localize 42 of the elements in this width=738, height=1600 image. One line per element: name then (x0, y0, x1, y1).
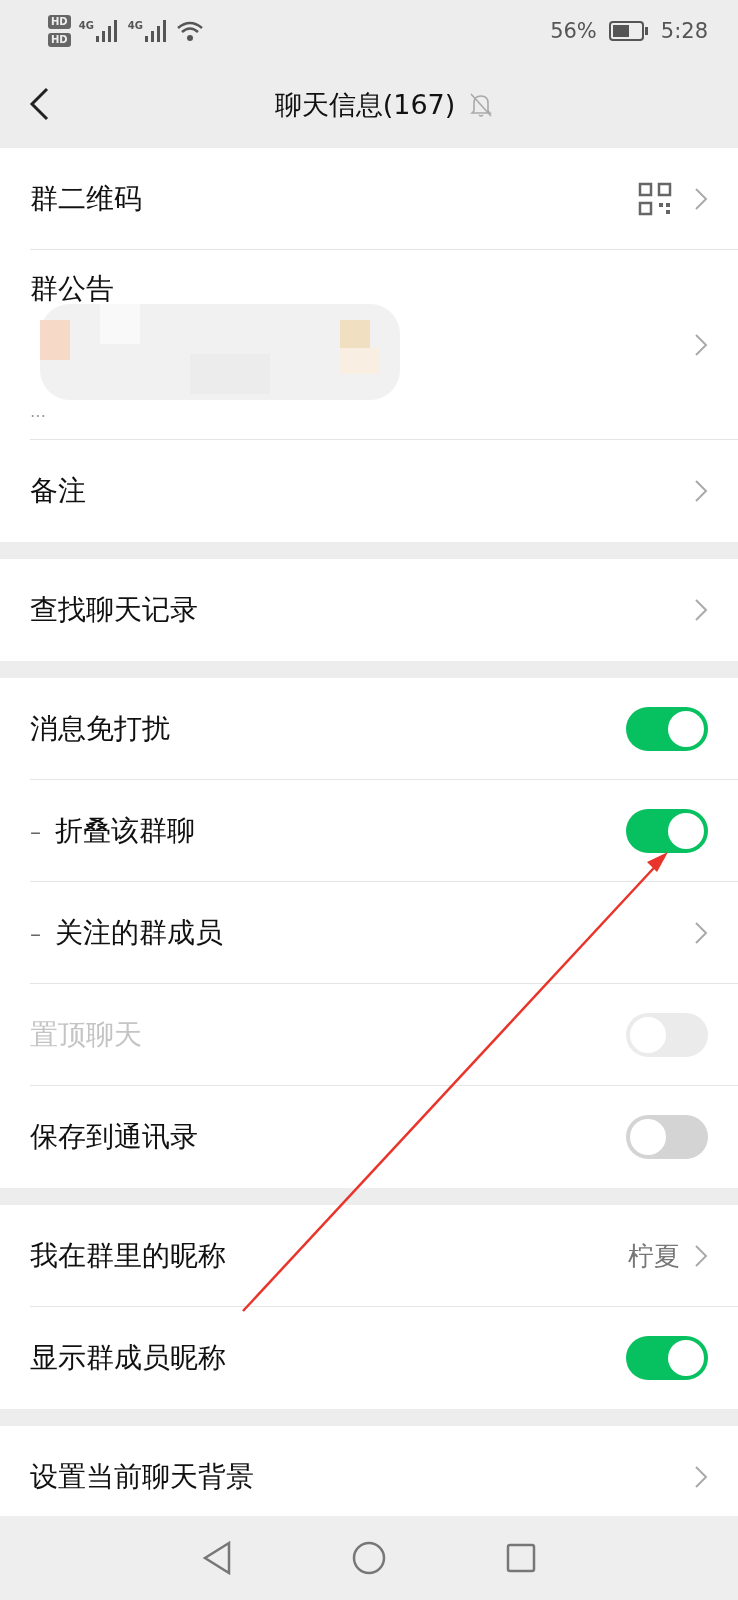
chevron-right-icon[interactable] (694, 1244, 708, 1268)
row-label: 我在群里的昵称 (30, 1238, 226, 1274)
row-label: 群公告 (30, 270, 115, 307)
battery-icon (608, 21, 649, 41)
indent-dash: – (30, 920, 41, 946)
network-label: 4G (127, 20, 143, 31)
sim-badge: HD (48, 33, 71, 47)
row-label: 群二维码 (30, 181, 142, 217)
toggle-switch[interactable] (626, 1115, 708, 1159)
row-label: 置顶聊天 (30, 1017, 142, 1053)
wifi-icon (177, 20, 203, 42)
back-triangle-icon[interactable] (202, 1541, 232, 1575)
row-label: 消息免打扰 (30, 711, 170, 747)
clock-time: 5:28 (660, 19, 708, 43)
row-label: 关注的群成员 (55, 915, 223, 951)
qr-code-icon[interactable] (638, 182, 672, 216)
announcement-ellipsis: … (30, 401, 47, 421)
chevron-right-icon[interactable] (694, 1465, 708, 1489)
page-title: 聊天信息(167) (274, 88, 456, 122)
battery-percent: 56% (550, 19, 597, 43)
nickname-value: 柠夏 (628, 1239, 680, 1273)
signal-icon (145, 20, 169, 42)
recents-square-icon[interactable] (506, 1543, 536, 1573)
row-label: 折叠该群聊 (55, 813, 195, 849)
toggle-switch[interactable] (626, 1336, 708, 1380)
chevron-right-icon[interactable] (694, 333, 708, 357)
signal-icon (95, 20, 120, 42)
sim-badge: HD (48, 15, 71, 29)
row-label: 备注 (30, 473, 86, 509)
chevron-right-icon[interactable] (694, 479, 708, 503)
row-label: 显示群成员昵称 (30, 1340, 226, 1376)
chevron-right-icon[interactable] (694, 921, 708, 945)
chevron-right-icon[interactable] (694, 187, 708, 211)
row-label: 保存到通讯录 (30, 1119, 198, 1155)
row-label: 设置当前聊天背景 (30, 1459, 254, 1495)
chevron-right-icon[interactable] (694, 598, 708, 622)
row-label: 查找聊天记录 (30, 592, 198, 628)
indent-dash: – (30, 818, 41, 844)
home-circle-icon[interactable] (352, 1541, 386, 1575)
toggle-switch[interactable] (626, 707, 708, 751)
toggle-switch[interactable] (626, 809, 708, 853)
network-label: 4G (78, 20, 94, 31)
